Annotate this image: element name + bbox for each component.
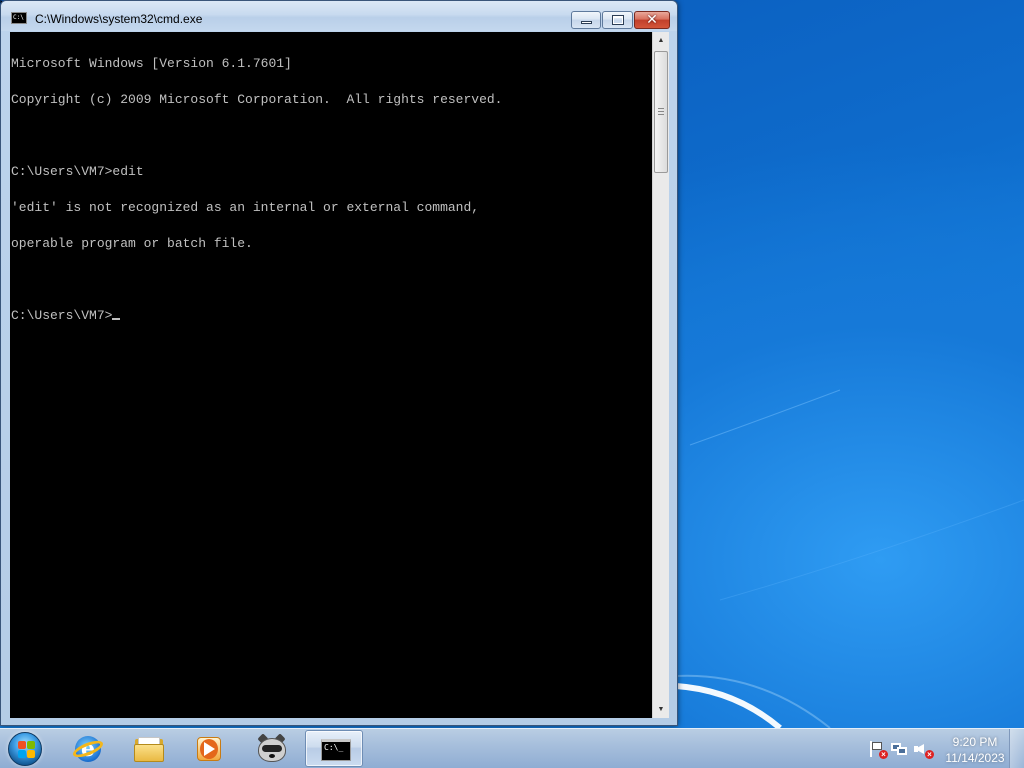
cmd-icon: C:\_ <box>320 736 351 764</box>
clock-date: 11/14/2023 <box>945 751 1005 765</box>
text-cursor <box>112 318 121 320</box>
volume-muted-icon[interactable]: × <box>914 741 934 759</box>
console-line: 'edit' is not recognized as an internal … <box>11 200 480 215</box>
cmd-window-icon[interactable]: C:\ <box>11 12 27 24</box>
close-button[interactable]: ✕ <box>634 11 670 29</box>
window-title: C:\Windows\system32\cmd.exe <box>35 12 203 26</box>
console-line: Copyright (c) 2009 Microsoft Corporation… <box>11 92 503 107</box>
taskbar-item-internet-explorer[interactable]: e <box>59 730 117 767</box>
console-prompt: C:\Users\VM7> <box>11 308 113 323</box>
vertical-scrollbar[interactable]: ▲ ▼ <box>652 32 669 718</box>
scrollbar-grip-icon <box>658 108 664 115</box>
console-prompt-line[interactable]: C:\Users\VM7> <box>11 308 652 323</box>
scroll-up-arrow-icon[interactable]: ▲ <box>653 32 669 49</box>
show-desktop-button[interactable] <box>1009 729 1024 768</box>
action-center-flag-icon[interactable]: × <box>868 741 888 759</box>
console-output[interactable]: Microsoft Windows [Version 6.1.7601] Cop… <box>10 32 652 718</box>
minimize-icon <box>581 21 592 24</box>
console-line: operable program or batch file. <box>11 236 253 251</box>
taskbar-item-command-prompt[interactable]: C:\_ <box>305 730 363 767</box>
minimize-button[interactable] <box>571 11 601 29</box>
taskbar-item-windows-explorer[interactable] <box>120 730 178 767</box>
console-line: Microsoft Windows [Version 6.1.7601] <box>11 56 292 71</box>
windows-logo-icon <box>18 741 36 759</box>
taskbar-item-media-player[interactable] <box>180 730 238 767</box>
windows-orb-icon <box>8 732 42 766</box>
scrollbar-thumb[interactable] <box>654 51 668 173</box>
system-clock[interactable]: 9:20 PM 11/14/2023 <box>940 734 1010 766</box>
clock-time: 9:20 PM <box>952 735 998 749</box>
cmd-window[interactable]: C:\ C:\Windows\system32\cmd.exe ✕ Micros… <box>0 0 678 726</box>
close-icon: ✕ <box>646 11 658 27</box>
maximize-button[interactable] <box>602 11 633 29</box>
ie-icon: e <box>70 735 106 763</box>
window-titlebar[interactable]: C:\ C:\Windows\system32\cmd.exe ✕ <box>1 1 677 31</box>
maximize-icon <box>612 15 624 25</box>
scroll-down-arrow-icon[interactable]: ▼ <box>653 701 669 718</box>
console-line: C:\Users\VM7>edit <box>11 164 144 179</box>
notification-area: × × 9:20 PM 11/14/2023 <box>862 729 1024 768</box>
folder-icon <box>134 735 164 763</box>
media-player-icon <box>194 735 224 763</box>
raccoon-icon <box>256 733 286 763</box>
network-icon[interactable] <box>891 741 909 757</box>
start-button[interactable] <box>6 731 46 767</box>
taskbar: e C:\_ × × 9:20 PM 11/14/2023 <box>0 728 1024 768</box>
taskbar-item-raccoon-app[interactable] <box>242 730 300 767</box>
